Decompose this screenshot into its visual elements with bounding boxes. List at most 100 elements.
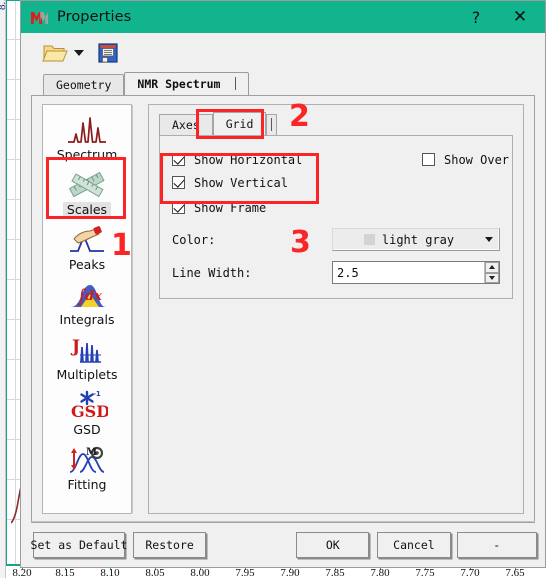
sidebar-item-gsd[interactable]: -1 GSD GSD bbox=[46, 386, 128, 441]
extra-label: - bbox=[493, 538, 501, 552]
x-tick-label: 7.75 bbox=[415, 567, 435, 578]
tab-grid-label: Grid bbox=[225, 117, 254, 131]
ok-button[interactable]: OK bbox=[296, 532, 370, 558]
spectrum-peaks-icon bbox=[65, 114, 109, 146]
chevron-down-icon[interactable] bbox=[485, 237, 493, 242]
question-mark-icon: ? bbox=[471, 7, 481, 27]
svg-text:dx: dx bbox=[85, 289, 102, 304]
rulers-cross-icon bbox=[65, 169, 109, 201]
sidebar-item-fitting[interactable]: M Fitting bbox=[46, 441, 128, 496]
checkbox-show-frame[interactable]: Show Frame bbox=[172, 196, 500, 219]
color-dropdown-value: light gray bbox=[339, 233, 479, 247]
tab-axes[interactable]: Axes bbox=[159, 114, 213, 135]
line-width-input[interactable]: 2.5 bbox=[332, 261, 500, 284]
line-width-stepper-up[interactable] bbox=[485, 262, 499, 273]
caret-down-icon bbox=[489, 275, 495, 280]
restore-label: Restore bbox=[145, 538, 194, 552]
restore-button[interactable]: Restore bbox=[133, 532, 207, 558]
sidebar-item-integrals[interactable]: ∫ dx Integrals bbox=[46, 276, 128, 331]
dialog-title: Properties bbox=[57, 9, 132, 25]
tab-nmr-spectrum-label: NMR Spectrum bbox=[137, 77, 221, 91]
color-swatch bbox=[363, 234, 375, 245]
tab-geometry[interactable]: Geometry bbox=[43, 74, 125, 95]
sidebar-item-gsd-label: GSD bbox=[73, 422, 101, 437]
cancel-label: Cancel bbox=[393, 538, 435, 552]
set-as-default-button[interactable]: Set as Default bbox=[30, 532, 128, 558]
help-button[interactable]: ? bbox=[461, 2, 491, 32]
ok-label: OK bbox=[325, 538, 340, 552]
x-tick-label: 7.70 bbox=[460, 567, 480, 578]
inner-tab-strip: Axes Grid bbox=[149, 111, 523, 135]
outer-tab-strip: Geometry NMR Spectrum bbox=[21, 72, 545, 95]
properties-dialog: Properties ? ✕ Geometry NMR Spectrum Spe… bbox=[20, 0, 546, 568]
grid-options-group: Show Horizontal Show Vertical Show Over bbox=[159, 135, 513, 299]
dialog-titlebar[interactable]: Properties ? ✕ bbox=[21, 1, 545, 33]
close-button[interactable]: ✕ bbox=[505, 2, 535, 32]
color-row: Color: light gray bbox=[172, 228, 500, 251]
line-width-label: Line Width: bbox=[172, 265, 252, 280]
svg-text:J: J bbox=[70, 337, 80, 357]
dialog-body: Spectrum Scales Peaks ∫ dx Integrals J M… bbox=[31, 95, 535, 523]
dialog-toolbar bbox=[21, 33, 545, 73]
checkbox-show-vertical-box[interactable] bbox=[172, 176, 185, 189]
tab-nmr-spectrum[interactable]: NMR Spectrum bbox=[124, 72, 250, 95]
background-x-tick-labels: 8.20 8.15 8.10 8.05 8.00 7.95 7.90 7.85 … bbox=[0, 567, 546, 578]
x-tick-label: 8.15 bbox=[55, 567, 75, 578]
hand-pointing-peak-icon bbox=[65, 224, 109, 256]
sidebar-item-peaks-label: Peaks bbox=[68, 257, 106, 272]
sidebar-item-spectrum[interactable]: Spectrum bbox=[46, 111, 128, 166]
svg-text:GSD: GSD bbox=[71, 402, 108, 420]
line-width-stepper[interactable] bbox=[484, 262, 499, 283]
gsd-asterisk-icon: -1 GSD bbox=[65, 389, 109, 421]
grid-settings-pane: Axes Grid Show Horizontal Show Vertical … bbox=[148, 99, 524, 514]
j-coupling-icon: J bbox=[65, 334, 109, 366]
background-y-axis-label: 8.70 bbox=[0, 0, 8, 10]
tab-grid[interactable]: Grid bbox=[212, 112, 267, 135]
color-dropdown[interactable]: light gray bbox=[332, 228, 500, 251]
x-tick-label: 8.00 bbox=[190, 567, 210, 578]
x-tick-label: 7.85 bbox=[325, 567, 345, 578]
x-tick-label: 7.95 bbox=[235, 567, 255, 578]
checkbox-show-frame-label: Show Frame bbox=[194, 200, 267, 215]
tab-overflow-caret[interactable] bbox=[266, 114, 278, 135]
sidebar-item-multiplets[interactable]: J Multiplets bbox=[46, 331, 128, 386]
x-tick-label: 8.20 bbox=[12, 567, 32, 578]
checkbox-show-over[interactable]: Show Over bbox=[422, 148, 509, 171]
color-value-label: light gray bbox=[381, 232, 455, 247]
fitting-gear-arrow-icon: M bbox=[65, 444, 109, 476]
chevron-down-icon[interactable] bbox=[74, 50, 84, 56]
sidebar-scrollbar[interactable] bbox=[132, 105, 140, 513]
checkbox-show-horizontal[interactable]: Show Horizontal bbox=[172, 148, 422, 171]
checkbox-show-vertical[interactable]: Show Vertical bbox=[172, 171, 422, 194]
checkbox-show-over-label: Show Over bbox=[444, 152, 510, 167]
close-icon: ✕ bbox=[512, 7, 528, 27]
checkbox-show-over-box[interactable] bbox=[422, 153, 435, 166]
cancel-button[interactable]: Cancel bbox=[377, 532, 451, 558]
open-folder-icon bbox=[42, 45, 68, 62]
x-tick-label: 8.10 bbox=[100, 567, 120, 578]
svg-text:M: M bbox=[86, 447, 97, 458]
checkbox-show-frame-box[interactable] bbox=[172, 201, 185, 214]
save-button[interactable] bbox=[94, 38, 122, 68]
x-tick-label: 7.90 bbox=[280, 567, 300, 578]
sidebar-item-fitting-label: Fitting bbox=[67, 477, 107, 492]
button-bar-divider bbox=[31, 521, 535, 522]
sidebar-item-scales[interactable]: Scales bbox=[46, 166, 128, 221]
tab-geometry-label: Geometry bbox=[56, 78, 112, 92]
set-as-default-label: Set as Default bbox=[30, 538, 128, 552]
x-tick-label: 8.05 bbox=[145, 567, 165, 578]
line-width-value: 2.5 bbox=[337, 265, 359, 280]
caret-up-icon bbox=[489, 265, 495, 270]
grid-right-column: Show Over bbox=[422, 148, 509, 194]
sidebar-item-integrals-label: Integrals bbox=[59, 312, 115, 327]
extra-button[interactable]: - bbox=[456, 532, 537, 558]
annotation-number-2: 2 bbox=[289, 99, 310, 134]
line-width-row: Line Width: 2.5 bbox=[172, 261, 500, 284]
checkbox-show-horizontal-box[interactable] bbox=[172, 153, 185, 166]
open-button[interactable] bbox=[41, 38, 69, 68]
line-width-stepper-down[interactable] bbox=[485, 272, 499, 283]
checkbox-show-horizontal-label: Show Horizontal bbox=[194, 152, 303, 167]
sidebar-item-multiplets-label: Multiplets bbox=[56, 367, 118, 382]
sidebar-item-scales-label: Scales bbox=[62, 202, 112, 217]
tab-axes-label: Axes bbox=[172, 118, 200, 132]
